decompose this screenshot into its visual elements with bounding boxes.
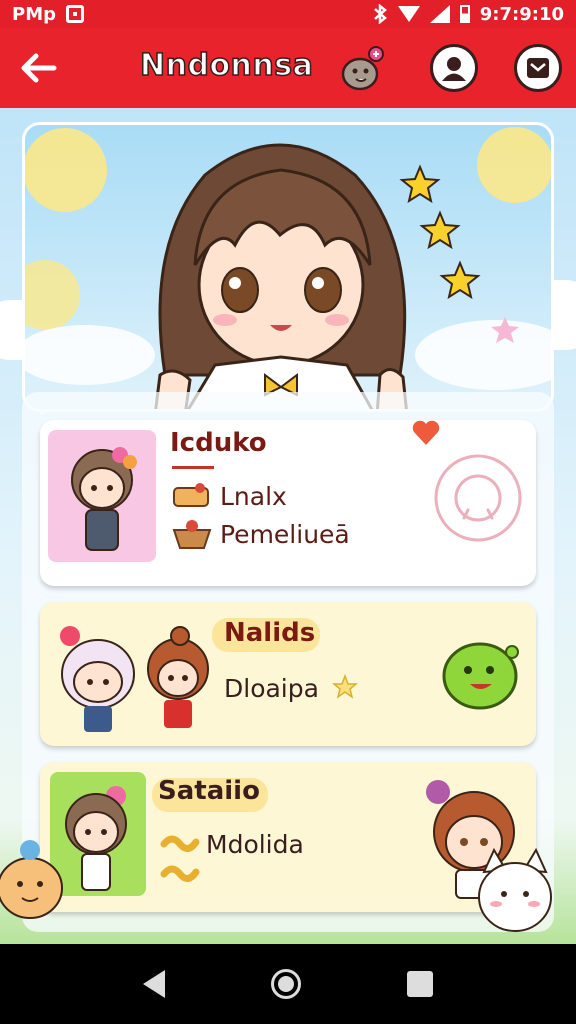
status-time: 9:7:9:10	[479, 3, 564, 25]
name-underline	[172, 466, 214, 469]
bluetooth-icon	[373, 4, 387, 24]
signal-icon	[429, 5, 450, 23]
mascot-icon[interactable]	[336, 44, 386, 94]
favorite-button[interactable]	[432, 452, 524, 544]
snack-icon	[160, 835, 200, 882]
character-name: Sataiio	[158, 776, 260, 806]
back-arrow-icon	[21, 53, 57, 83]
status-bar: PMp 9:7:9:10	[0, 0, 576, 28]
status-left-text: PMp	[12, 3, 56, 25]
mascot-decoration	[0, 840, 63, 919]
nav-back-button[interactable]	[143, 970, 165, 998]
character-name: Icduko	[170, 428, 267, 458]
heart-icon[interactable]	[410, 418, 442, 448]
character-name: Nalids	[224, 618, 316, 648]
star-icon	[332, 674, 358, 699]
system-nav-bar	[0, 944, 576, 1024]
profile-button[interactable]	[430, 44, 478, 92]
character-card[interactable]: Nalids Dloaipa	[40, 602, 536, 746]
character-detail-1: Mdolida	[206, 830, 304, 859]
nav-home-button[interactable]	[271, 969, 301, 999]
profile-icon	[442, 57, 466, 81]
hero-banner[interactable]	[22, 122, 554, 412]
character-detail-2: Pemeliueā	[220, 520, 350, 549]
app-title: Nndonnsa	[139, 47, 314, 84]
basket-icon	[172, 520, 212, 549]
character-thumbnail	[48, 430, 156, 562]
character-card[interactable]: Icduko Lnalx Pemeliueā	[40, 420, 536, 586]
hero-character-illustration	[25, 127, 551, 409]
character-detail-1: Lnalx	[220, 482, 287, 511]
character-card[interactable]: Sataiio Mdolida	[40, 762, 536, 912]
nav-recents-button[interactable]	[407, 971, 433, 997]
battery-icon	[459, 5, 470, 23]
wifi-icon	[397, 6, 420, 22]
back-button[interactable]	[14, 46, 62, 90]
character-thumbnail	[48, 614, 218, 734]
app-bar: Nndonnsa	[0, 28, 576, 108]
slime-icon[interactable]	[438, 632, 524, 712]
notification-icon	[66, 5, 84, 23]
character-detail-1: Dloaipa	[224, 674, 319, 703]
cat-decoration	[478, 847, 552, 932]
bento-icon	[173, 483, 209, 507]
inbox-button[interactable]	[514, 44, 562, 92]
inbox-icon	[527, 58, 549, 78]
